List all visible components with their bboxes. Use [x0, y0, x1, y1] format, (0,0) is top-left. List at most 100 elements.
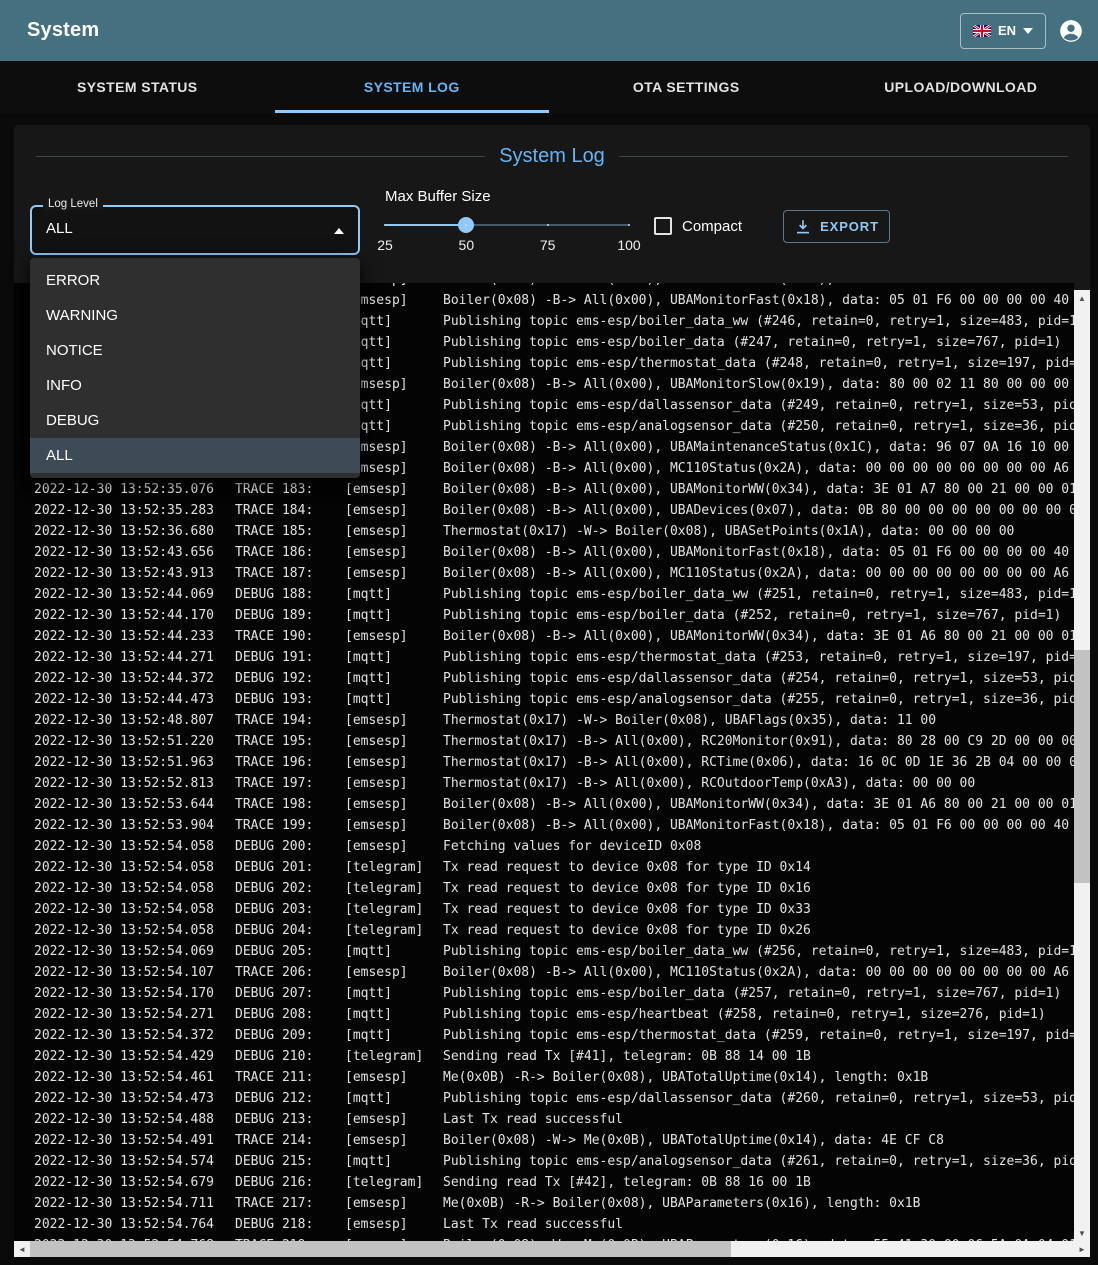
divider — [36, 156, 485, 157]
log-level: DEBUG 193: — [235, 692, 345, 707]
tab-upload-download[interactable]: UPLOAD/DOWNLOAD — [824, 61, 1098, 113]
language-selector[interactable]: EN — [960, 13, 1046, 49]
log-timestamp: 2022-12-30 13:52:54.574 — [34, 1154, 235, 1169]
log-source: [emsesp] — [345, 797, 443, 812]
log-source: [emsesp] — [345, 734, 443, 749]
log-message: Boiler(0x08) -B-> All(0x00), UBAMonitorS… — [443, 377, 1074, 392]
menu-item-notice[interactable]: NOTICE — [30, 333, 360, 368]
log-message: Me(0x0B) -R-> Boiler(0x08), UBAParameter… — [443, 1196, 1074, 1211]
log-source: [emsesp] — [345, 839, 443, 854]
log-level-value: ALL — [46, 220, 73, 237]
log-timestamp: 2022-12-30 13:52:53.904 — [34, 818, 235, 833]
log-source: [emsesp] — [345, 629, 443, 644]
log-source: [telegram] — [345, 860, 443, 875]
horizontal-scroll-thumb[interactable] — [30, 1241, 731, 1257]
log-message: Publishing topic ems-esp/boiler_data_ww … — [443, 944, 1074, 959]
vertical-scrollbar[interactable]: ▲ ▼ — [1074, 290, 1090, 1241]
log-level: TRACE 196: — [235, 755, 345, 770]
log-timestamp: 2022-12-30 13:52:54.170 — [34, 986, 235, 1001]
scroll-left-icon[interactable]: ◄ — [14, 1241, 30, 1257]
log-level: DEBUG 218: — [235, 1217, 345, 1232]
export-button[interactable]: EXPORT — [783, 210, 890, 243]
log-timestamp: 2022-12-30 13:52:53.644 — [34, 797, 235, 812]
vertical-scroll-thumb[interactable] — [1074, 650, 1090, 883]
slider-mark-label: 100 — [617, 237, 640, 253]
log-level: DEBUG 209: — [235, 1028, 345, 1043]
log-message: Boiler(0x08) -B-> All(0x00), MC110Status… — [443, 566, 1074, 581]
log-level: TRACE 211: — [235, 1070, 345, 1085]
log-source: [mqtt] — [345, 986, 443, 1001]
log-message: Boiler(0x08) -B-> All(0x00), MC110Status… — [443, 461, 1074, 476]
slider-fill — [385, 224, 466, 226]
system-log-panel: System Log Log Level ALL ERRORWARNINGNOT… — [14, 125, 1090, 1257]
log-timestamp: 2022-12-30 13:52:54.372 — [34, 1028, 235, 1043]
menu-item-all[interactable]: ALL — [30, 438, 360, 473]
log-row: 2022-12-30 13:52:44.069DEBUG 188:[mqtt]P… — [14, 584, 1074, 605]
log-row: 2022-12-30 13:52:54.473DEBUG 212:[mqtt]P… — [14, 1088, 1074, 1109]
log-row: 2022-12-30 13:52:43.656TRACE 186:[emsesp… — [14, 542, 1074, 563]
tab-system-log[interactable]: SYSTEM LOG — [275, 61, 550, 113]
log-message: Publishing topic ems-esp/boiler_data (#2… — [443, 335, 1074, 350]
log-level-select[interactable]: Log Level ALL — [30, 205, 360, 255]
scroll-right-icon[interactable]: ► — [1074, 1241, 1090, 1257]
log-source: [telegram] — [345, 1175, 443, 1190]
log-message: Publishing topic ems-esp/heartbeat (#258… — [443, 1007, 1074, 1022]
log-source: [emsesp] — [345, 755, 443, 770]
log-message: Publishing topic ems-esp/analogsensor_da… — [443, 1154, 1074, 1169]
log-row: 2022-12-30 13:52:44.170DEBUG 189:[mqtt]P… — [14, 605, 1074, 626]
compact-label: Compact — [682, 218, 742, 235]
log-level: DEBUG 207: — [235, 986, 345, 1001]
log-timestamp: 2022-12-30 13:52:54.473 — [34, 1091, 235, 1106]
log-message: Thermostat(0x17) -B-> All(0x00), RCOutdo… — [443, 776, 1074, 791]
tab-system-status[interactable]: SYSTEM STATUS — [0, 61, 275, 113]
log-source: [mqtt] — [345, 1091, 443, 1106]
log-source: [mqtt] — [345, 608, 443, 623]
horizontal-scrollbar[interactable]: ◄ ► — [14, 1241, 1090, 1257]
log-source: [mqtt] — [345, 1028, 443, 1043]
menu-item-info[interactable]: INFO — [30, 368, 360, 403]
log-row: 2022-12-30 13:52:54.058DEBUG 200:[emsesp… — [14, 836, 1074, 857]
log-message: Sending read Tx [#41], telegram: 0B 88 1… — [443, 1049, 1074, 1064]
slider-mark — [547, 224, 549, 226]
log-timestamp: 2022-12-30 13:52:54.069 — [34, 944, 235, 959]
compact-toggle[interactable]: Compact — [654, 217, 742, 235]
log-row: 2022-12-30 13:52:44.271DEBUG 191:[mqtt]P… — [14, 647, 1074, 668]
log-row: 2022-12-30 13:52:54.764DEBUG 218:[emsesp… — [14, 1214, 1074, 1235]
menu-item-error[interactable]: ERROR — [30, 263, 360, 298]
menu-item-debug[interactable]: DEBUG — [30, 403, 360, 438]
log-message: Publishing topic ems-esp/analogsensor_da… — [443, 419, 1074, 434]
log-source: [mqtt] — [345, 650, 443, 665]
log-timestamp: 2022-12-30 13:52:54.271 — [34, 1007, 235, 1022]
panel-title-row: System Log — [36, 145, 1068, 168]
log-row: 2022-12-30 13:52:54.679DEBUG 216:[telegr… — [14, 1172, 1074, 1193]
scroll-up-icon[interactable]: ▲ — [1074, 290, 1090, 306]
log-level: DEBUG 215: — [235, 1154, 345, 1169]
log-row: 2022-12-30 13:52:44.233TRACE 190:[emsesp… — [14, 626, 1074, 647]
log-source: [emsesp] — [345, 1112, 443, 1127]
scroll-down-icon[interactable]: ▼ — [1074, 1225, 1090, 1241]
log-row: 2022-12-30 13:52:43.913TRACE 187:[emsesp… — [14, 563, 1074, 584]
log-message: Tx read request to device 0x08 for type … — [443, 881, 1074, 896]
log-row: 2022-12-30 13:52:35.283TRACE 184:[emsesp… — [14, 500, 1074, 521]
account-button[interactable] — [1058, 18, 1084, 44]
log-source: [telegram] — [345, 902, 443, 917]
slider-mark-label: 75 — [540, 237, 556, 253]
log-message: Me(0x0B) -R-> Boiler(0x08), UBATotalUpti… — [443, 1070, 1074, 1085]
tab-ota-settings[interactable]: OTA SETTINGS — [549, 61, 824, 113]
log-timestamp: 2022-12-30 13:52:35.076 — [34, 482, 235, 497]
log-level: DEBUG 205: — [235, 944, 345, 959]
max-buffer-size-slider[interactable]: 255075100 — [385, 213, 629, 241]
compact-checkbox[interactable] — [654, 217, 672, 235]
log-message: Publishing topic ems-esp/dallassensor_da… — [443, 671, 1074, 686]
log-timestamp: 2022-12-30 13:52:54.058 — [34, 860, 235, 875]
chevron-down-icon — [1023, 28, 1033, 34]
menu-item-warning[interactable]: WARNING — [30, 298, 360, 333]
log-source: [telegram] — [345, 881, 443, 896]
log-row: 2022-12-30 13:52:54.058DEBUG 202:[telegr… — [14, 878, 1074, 899]
log-message: Boiler(0x08) -B-> All(0x00), UBAMonitorF… — [443, 545, 1074, 560]
log-message: Publishing topic ems-esp/boiler_data (#2… — [443, 986, 1074, 1001]
log-message: Publishing topic ems-esp/analogsensor_da… — [443, 692, 1074, 707]
log-level: DEBUG 212: — [235, 1091, 345, 1106]
log-message: Publishing topic ems-esp/dallassensor_da… — [443, 398, 1074, 413]
log-level: TRACE 197: — [235, 776, 345, 791]
